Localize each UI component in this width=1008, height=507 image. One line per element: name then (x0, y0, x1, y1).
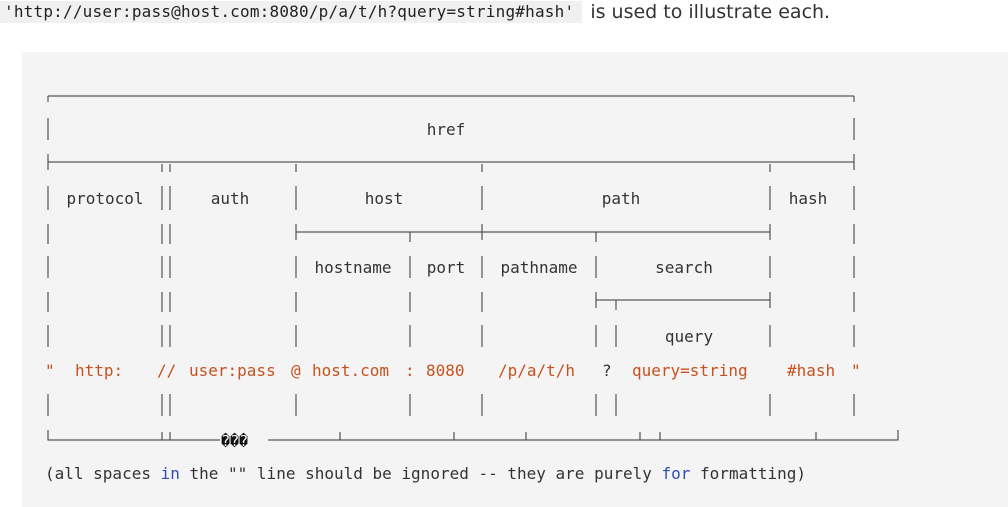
intro-line: 'http://user:pass@host.com:8080/p/a/t/h?… (0, 0, 830, 24)
url-structure-diagram: href protocol auth host path hash hostna… (45, 95, 899, 483)
value-hash: #hash (787, 361, 835, 380)
value-query: query=string (632, 361, 748, 380)
top-border (47, 95, 855, 102)
level1-verticals (47, 186, 855, 210)
value-protocol: http: (75, 361, 123, 380)
garbled-glyphs: ��� (221, 432, 248, 450)
note-part-1: (all spaces (45, 464, 161, 483)
label-auth: auth (211, 189, 250, 208)
label-pathname: pathname (500, 258, 577, 277)
note-keyword-for: for (662, 464, 691, 483)
label-hash: hash (789, 189, 828, 208)
query-row-verticals (47, 325, 855, 347)
label-hostname: hostname (314, 258, 391, 277)
code-block: href protocol auth host path hash hostna… (22, 52, 1008, 507)
value-open-quote: " (45, 361, 55, 380)
value-hostname: host.com (312, 361, 389, 380)
intro-text: is used to illustrate each. (590, 1, 831, 23)
search-divider (595, 292, 771, 310)
label-protocol: protocol (66, 189, 143, 208)
label-path: path (602, 189, 641, 208)
href-divider (47, 154, 855, 172)
label-href: href (427, 120, 466, 139)
host-path-divider (295, 224, 771, 242)
value-slashes: // (157, 361, 176, 380)
note-part-3: formatting) (690, 464, 806, 483)
label-port: port (427, 258, 466, 277)
value-pathname: /p/a/t/h (498, 361, 575, 380)
value-row: " http: // user:pass @ host.com : 8080 /… (45, 361, 861, 380)
value-question-mark: ? (602, 361, 612, 380)
value-port: 8080 (426, 361, 465, 380)
example-url-code: 'http://user:pass@host.com:8080/p/a/t/h?… (0, 1, 583, 23)
diagram-lines (47, 95, 899, 441)
cont-2 (47, 292, 855, 312)
formatting-note: (all spaces in the "" line should be ign… (45, 464, 806, 483)
note-keyword-in: in (161, 464, 180, 483)
value-at: @ (291, 361, 301, 380)
bottom-border (47, 430, 899, 441)
value-close-quote: " (851, 361, 861, 380)
note-part-2: the "" line should be ignored -- they ar… (180, 464, 662, 483)
below-values-verticals (47, 394, 855, 416)
label-host: host (365, 189, 404, 208)
left-right-cont-1 (47, 224, 855, 244)
value-colon: : (405, 361, 415, 380)
label-search: search (655, 258, 713, 277)
diagram-labels: href protocol auth host path hash hostna… (66, 120, 827, 346)
label-query: query (665, 327, 714, 346)
value-auth: user:pass (189, 361, 276, 380)
